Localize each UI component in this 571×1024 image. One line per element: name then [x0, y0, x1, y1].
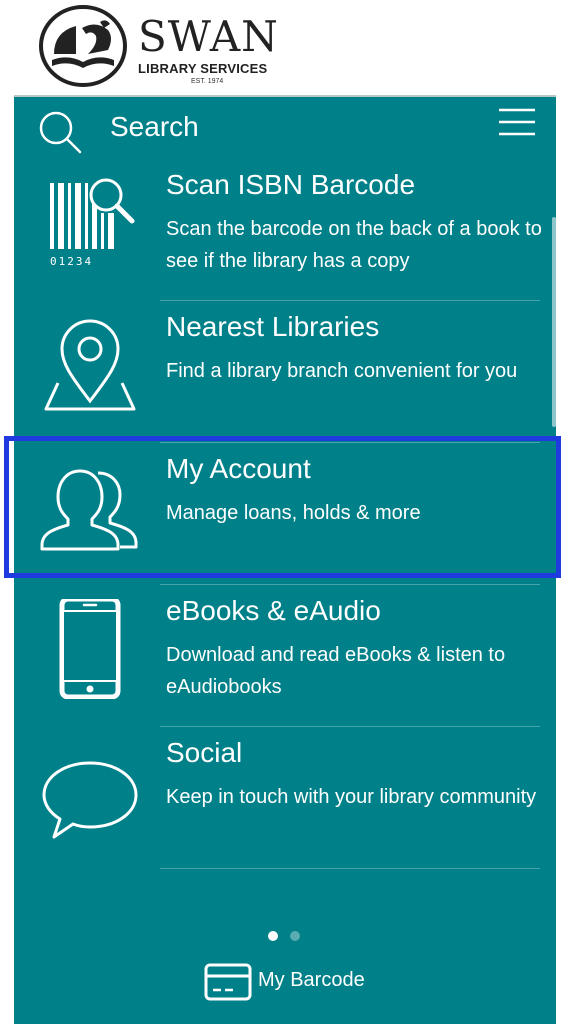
app-screen: SWAN LIBRARY SERVICES EST. 1974 Search 0…	[14, 0, 556, 1024]
speech-bubble-icon	[42, 761, 138, 839]
barcode-scan-icon: 01234	[50, 178, 135, 268]
main-panel: Search 01234 Scan ISBN Barcode Scan the …	[14, 97, 556, 1024]
menu-item-description: Scan the barcode on the back of a book t…	[166, 218, 542, 272]
search-bar[interactable]: Search	[14, 97, 556, 159]
menu-item-description: Download and read eBooks & listen to eAu…	[166, 644, 506, 698]
page-indicator	[268, 931, 308, 943]
menu-item-description: Keep in touch with your library communit…	[166, 786, 537, 808]
scrollbar-thumb[interactable]	[552, 217, 556, 427]
menu-item-title[interactable]: eBooks & eAudio	[166, 595, 381, 627]
menu-item-scan-isbn[interactable]: 01234 Scan ISBN Barcode Scan the barcode…	[14, 159, 556, 301]
card-icon	[204, 963, 252, 1001]
menu-item-ebooks-eaudio[interactable]: eBooks & eAudio Download and read eBooks…	[14, 585, 556, 727]
menu-item-my-account[interactable]: My Account Manage loans, holds & more	[14, 443, 556, 585]
menu-item-title[interactable]: My Account	[166, 453, 311, 485]
users-icon	[40, 469, 138, 551]
my-barcode-label[interactable]: My Barcode	[258, 969, 365, 992]
logo-title: SWAN	[138, 12, 279, 61]
menu-item-description: Manage loans, holds & more	[166, 502, 421, 524]
menu-item-title[interactable]: Social	[166, 737, 242, 769]
menu-item-description: Find a library branch convenient for you	[166, 360, 518, 382]
barcode-number-text: 01234	[50, 255, 93, 268]
page-dot-inactive[interactable]	[290, 931, 300, 941]
hamburger-menu-icon[interactable]	[498, 107, 536, 139]
logo-bar: SWAN LIBRARY SERVICES EST. 1974	[14, 0, 556, 97]
swan-logo-icon	[39, 5, 127, 87]
tablet-icon	[59, 599, 121, 699]
map-pin-icon	[44, 319, 136, 411]
page-dot-active[interactable]	[268, 931, 278, 941]
my-barcode-button[interactable]: My Barcode	[204, 961, 374, 1001]
menu-item-title[interactable]: Scan ISBN Barcode	[166, 169, 415, 201]
menu-item-social[interactable]: Social Keep in touch with your library c…	[14, 727, 556, 869]
search-label[interactable]: Search	[110, 111, 199, 143]
search-icon[interactable]	[38, 110, 82, 154]
logo-est: EST. 1974	[191, 78, 224, 85]
menu-item-nearest-libraries[interactable]: Nearest Libraries Find a library branch …	[14, 301, 556, 443]
divider	[160, 868, 540, 869]
logo-subtitle: LIBRARY SERVICES	[138, 61, 268, 76]
menu-item-title[interactable]: Nearest Libraries	[166, 311, 379, 343]
